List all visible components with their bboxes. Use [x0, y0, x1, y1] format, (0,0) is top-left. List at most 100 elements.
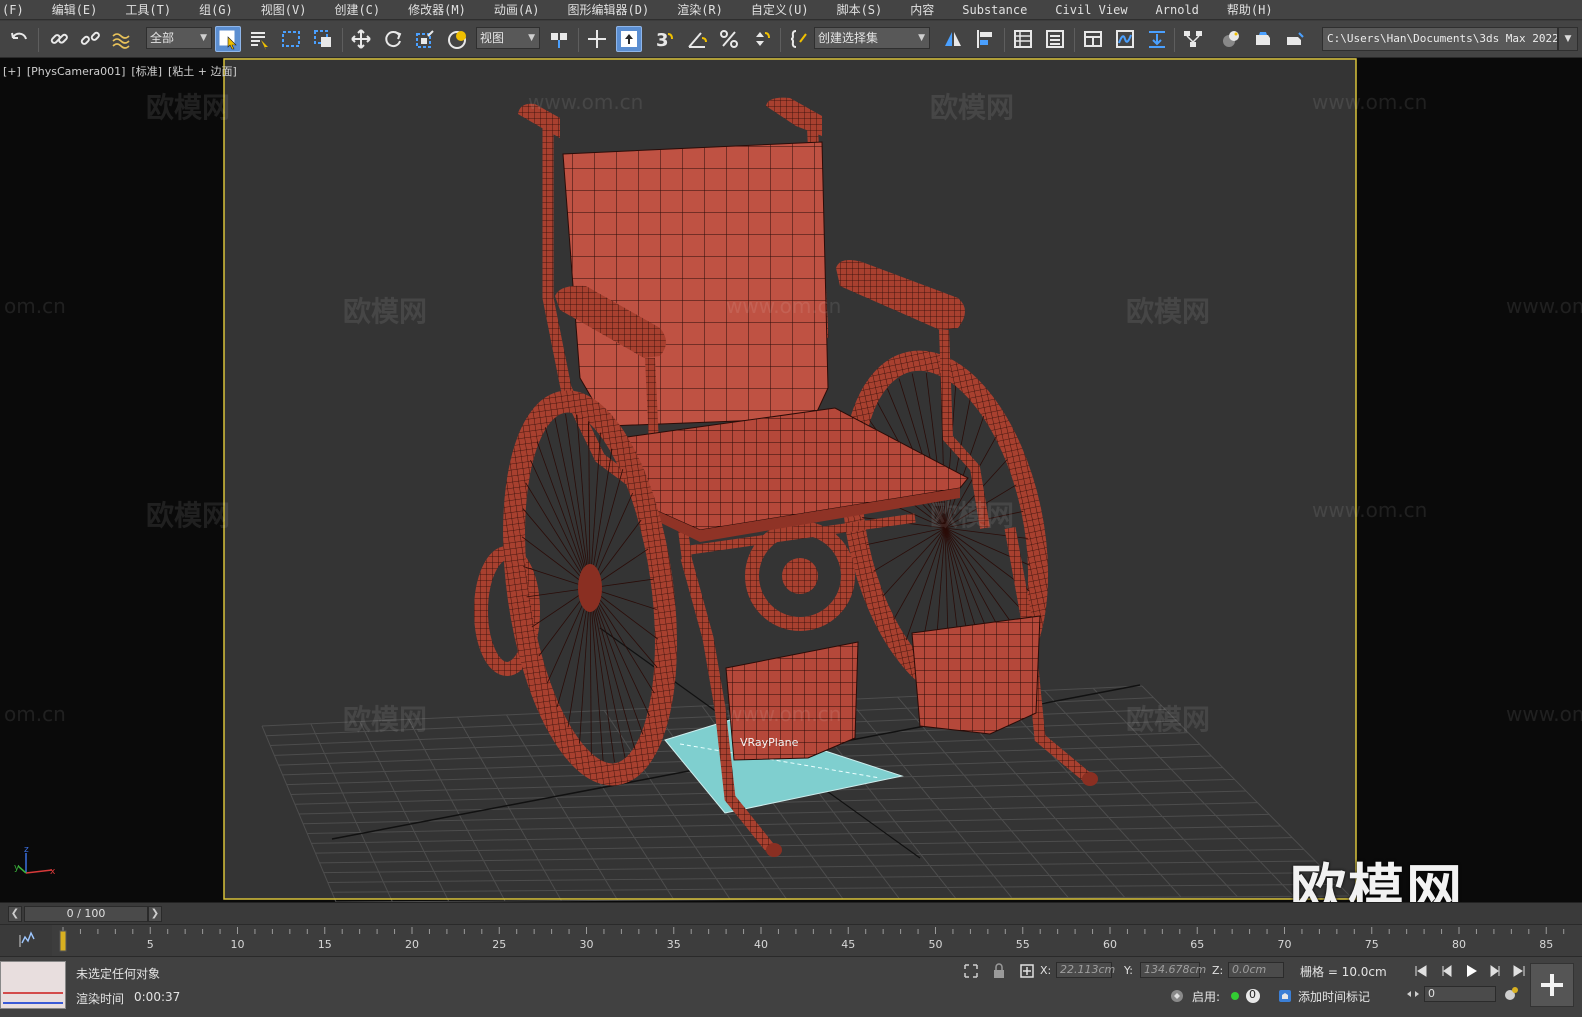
isolate-selection-icon[interactable] [962, 962, 980, 980]
grid-size-readout: 栅格 = 10.0cm [1300, 965, 1387, 979]
project-path-dropdown-arrow[interactable]: ▼ [1558, 27, 1578, 51]
time-configuration-icon[interactable] [1502, 985, 1520, 1003]
time-slider-thumb[interactable]: 0 / 100 [24, 906, 148, 922]
viewport-shading-mode[interactable]: [粘土 + 边面] [168, 65, 237, 78]
track-tick-label: 30 [580, 938, 594, 951]
track-bar[interactable]: 0510152025303540455055606570758085 [0, 924, 1582, 957]
align-icon[interactable] [972, 26, 998, 52]
watermark-text: 欧模网 [930, 499, 1015, 532]
keyboard-shortcut-override-icon[interactable] [616, 26, 642, 52]
time-slider-prev-button[interactable]: ❮ [8, 906, 22, 922]
viewport-label-menu[interactable]: [+] [PhysCamera001] [标准] [粘土 + 边面] [3, 63, 243, 79]
current-frame-field[interactable]: 0 [1424, 986, 1496, 1002]
menu-item-7[interactable]: 动画(A) [480, 0, 554, 19]
link-icon[interactable] [46, 26, 72, 52]
schematic-view-icon[interactable] [1180, 26, 1206, 52]
menu-item-12[interactable]: 内容 [896, 0, 948, 19]
material-editor-icon[interactable] [1218, 26, 1244, 52]
perspective-viewport[interactable]: z x y [+] [PhysCamera001] [标准] [粘土 + 边面] 欧模… [0, 58, 1582, 924]
enable-label: 启用: [1192, 990, 1221, 1004]
menu-item-8[interactable]: 图形编辑器(D) [554, 0, 664, 19]
menu-item-14[interactable]: Civil View [1041, 0, 1141, 19]
render-setup-icon[interactable] [1250, 26, 1276, 52]
window-crossing-icon[interactable] [310, 26, 336, 52]
menu-item-4[interactable]: 视图(V) [247, 0, 321, 19]
snaps-toggle-icon[interactable]: 3 [652, 26, 678, 52]
pivot-icon[interactable] [546, 26, 572, 52]
menu-item-2[interactable]: 工具(T) [111, 0, 185, 19]
rectangle-selection-icon[interactable] [278, 26, 304, 52]
mirror-icon[interactable] [940, 26, 966, 52]
time-tag-icon[interactable] [1276, 987, 1294, 1005]
scale-icon[interactable] [412, 26, 438, 52]
right-leg-tip [1082, 772, 1098, 786]
menu-item-5[interactable]: 创建(C) [320, 0, 394, 19]
current-frame-marker[interactable] [59, 930, 67, 952]
layer-explorer-icon[interactable] [1010, 26, 1036, 52]
add-time-tag-button[interactable]: 添加时间标记 [1298, 988, 1370, 1005]
right-footrest [911, 615, 1041, 735]
go-to-end-icon[interactable] [1510, 962, 1528, 980]
time-slider[interactable]: ❮ 0 / 100 ❯ [0, 902, 1582, 924]
track-tick-label: 60 [1103, 938, 1117, 951]
track-bar-ruler: 0510152025303540455055606570758085 [0, 925, 1565, 957]
menu-item-0[interactable]: (F) [0, 0, 38, 19]
undo-icon[interactable] [6, 26, 32, 52]
dope-sheet-icon[interactable] [1144, 26, 1170, 52]
go-to-start-icon[interactable] [1412, 962, 1430, 980]
angle-snap-icon[interactable] [684, 26, 710, 52]
rotate-icon[interactable] [380, 26, 406, 52]
menu-item-1[interactable]: 编辑(E) [38, 0, 112, 19]
add-key-button[interactable] [1530, 963, 1574, 1007]
viewport-shading-standard[interactable]: [标准] [131, 65, 162, 78]
select-by-name-icon[interactable] [246, 26, 272, 52]
maxscript-mini-listener[interactable] [0, 961, 66, 1009]
watermark-url: www.om.cn [528, 90, 644, 114]
percent-snap-icon[interactable] [716, 26, 742, 52]
watermark-text: 欧模网 [146, 91, 231, 124]
next-frame-icon[interactable] [1486, 962, 1504, 980]
menu-item-11[interactable]: 脚本(S) [823, 0, 897, 19]
select-object-icon[interactable] [215, 26, 241, 52]
selection-status: 未选定任何对象 [76, 967, 161, 981]
absolute-mode-transform-icon[interactable] [1018, 962, 1036, 980]
previous-frame-icon[interactable] [1438, 962, 1456, 980]
edit-named-selection-icon[interactable] [786, 26, 812, 52]
selection-lock-icon[interactable] [990, 962, 1008, 980]
menu-item-13[interactable]: Substance [948, 0, 1041, 19]
render-icon[interactable] [1282, 26, 1308, 52]
coord-y-field[interactable]: 134.678cm [1140, 962, 1206, 978]
placement-icon[interactable] [444, 26, 470, 52]
adaptive-degradation-icon[interactable] [1168, 987, 1186, 1005]
unlink-icon[interactable] [77, 26, 103, 52]
menu-item-16[interactable]: 帮助(H) [1213, 0, 1287, 19]
key-mode-icon[interactable] [1404, 985, 1422, 1003]
track-tick-label: 5 [147, 938, 154, 951]
ribbon-icon[interactable] [1080, 26, 1106, 52]
watermark-url: www.om.cn [1506, 294, 1582, 318]
watermark-text: 欧模网 [146, 499, 231, 532]
project-path-field[interactable]: C:\Users\Han\Documents\3ds Max 2022 [1322, 27, 1558, 51]
time-slider-next-button[interactable]: ❯ [148, 906, 162, 922]
play-icon[interactable] [1462, 962, 1480, 980]
move-icon[interactable] [348, 26, 374, 52]
menu-item-3[interactable]: 组(G) [185, 0, 247, 19]
menu-item-15[interactable]: Arnold [1142, 0, 1213, 19]
selection-filter-dropdown[interactable]: 全部 ▼ [146, 27, 212, 49]
select-manipulate-icon[interactable] [584, 26, 610, 52]
menu-item-10[interactable]: 自定义(U) [737, 0, 823, 19]
track-tick-label: 55 [1016, 938, 1030, 951]
bind-spacewarp-icon[interactable] [108, 26, 134, 52]
menu-item-9[interactable]: 渲染(R) [663, 0, 737, 19]
spinner-snap-icon[interactable] [748, 26, 774, 52]
curve-editor-icon[interactable] [1112, 26, 1138, 52]
coord-z-field[interactable]: 0.0cm [1228, 962, 1284, 978]
scene-explorer-icon[interactable] [1042, 26, 1068, 52]
viewport-point-of-view[interactable]: [PhysCamera001] [27, 65, 126, 78]
coord-x-field[interactable]: 22.113cm [1056, 962, 1115, 978]
plus-icon [1541, 974, 1563, 996]
viewport-general-menu[interactable]: [+] [3, 65, 21, 78]
reference-coord-dropdown[interactable]: 视图 ▼ [476, 27, 540, 49]
menu-item-6[interactable]: 修改器(M) [394, 0, 480, 19]
named-selection-dropdown[interactable]: 创建选择集 ▼ [814, 27, 930, 49]
